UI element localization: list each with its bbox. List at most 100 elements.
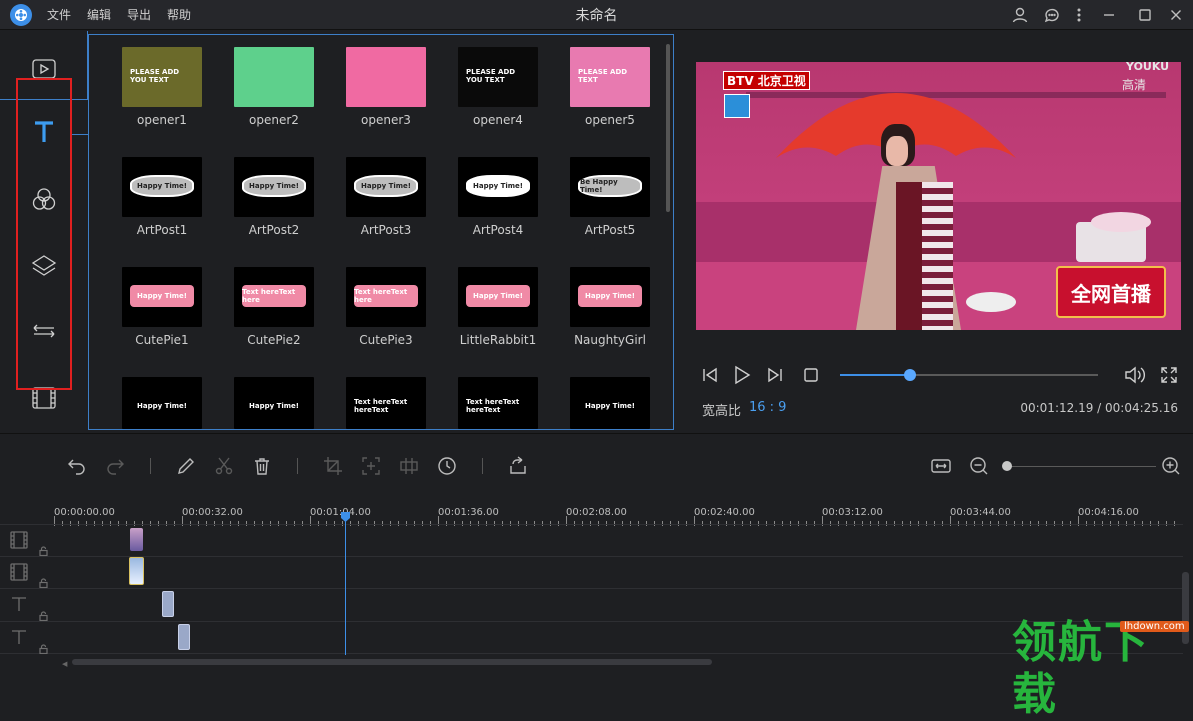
template-label: ArtPost1: [136, 223, 188, 237]
edit-pencil-icon[interactable]: [176, 456, 196, 480]
template-thumbnail[interactable]: Text hereText here: [234, 267, 314, 327]
template-thumbnail-text: Happy Time!: [466, 285, 530, 307]
template-thumbnail[interactable]: PLEASE ADD YOU TEXT: [122, 47, 202, 107]
zoom-in-icon[interactable]: [1161, 456, 1181, 480]
redo-icon[interactable]: [105, 456, 125, 480]
menu-export[interactable]: 导出: [127, 6, 151, 23]
video-clip[interactable]: [129, 557, 144, 585]
station-badge-icon: [724, 94, 750, 118]
template-thumbnail-text: Happy Time!: [578, 285, 642, 307]
video-clip[interactable]: [130, 528, 143, 551]
scroll-left-icon[interactable]: ◀: [62, 660, 67, 668]
template-thumbnail-text: Happy Time!: [136, 402, 187, 410]
template-thumbnail[interactable]: Text hereText hereText: [346, 377, 426, 429]
template-label: ArtPost2: [248, 223, 300, 237]
crop-icon[interactable]: [323, 456, 343, 480]
site-watermark-url: lhdown.com: [1120, 621, 1189, 632]
youku-watermark: YOUKU: [1126, 62, 1170, 73]
template-thumbnail[interactable]: Happy Time!: [458, 157, 538, 217]
template-thumbnail[interactable]: Happy Time!: [458, 267, 538, 327]
menu-edit[interactable]: 编辑: [87, 6, 111, 23]
aspect-ratio-label: 宽高比: [702, 404, 742, 419]
video-track-1[interactable]: [0, 524, 1183, 556]
template-thumbnail-text: Text hereText hereText: [466, 398, 520, 414]
zoom-slider-track[interactable]: [1006, 466, 1156, 467]
template-thumbnail[interactable]: PLEASE ADD TEXT: [570, 47, 650, 107]
delete-icon[interactable]: [252, 456, 272, 480]
template-thumbnail[interactable]: [234, 47, 314, 107]
template-thumbnail-text: Happy Time!: [248, 402, 299, 410]
toolbar-separator: [482, 458, 483, 474]
export-share-icon[interactable]: [508, 456, 528, 480]
aspect-ratio-value[interactable]: 16 : 9: [749, 400, 786, 415]
text-track-1[interactable]: [0, 588, 1183, 620]
video-track-2[interactable]: [0, 556, 1183, 588]
template-thumbnail[interactable]: Be Happy Time!: [570, 157, 650, 217]
lock-icon[interactable]: [39, 573, 48, 592]
template-thumbnail[interactable]: Happy Time!: [122, 267, 202, 327]
text-track-icon: [9, 627, 29, 651]
close-icon[interactable]: [1166, 5, 1186, 25]
undo-icon[interactable]: [67, 456, 87, 480]
lock-icon[interactable]: [39, 606, 48, 625]
template-label: opener2: [249, 113, 299, 127]
more-icon[interactable]: [1069, 5, 1089, 25]
next-frame-icon[interactable]: [766, 366, 784, 388]
template-thumbnail-text: Be Happy Time!: [578, 175, 642, 197]
feedback-icon[interactable]: [1042, 5, 1062, 25]
fit-timeline-icon[interactable]: [931, 456, 951, 480]
template-thumbnail[interactable]: Happy Time!: [122, 377, 202, 429]
volume-icon[interactable]: [1124, 365, 1146, 389]
duration-icon[interactable]: [437, 456, 457, 480]
stop-button[interactable]: [802, 366, 820, 388]
panel-scrollbar[interactable]: [666, 44, 670, 212]
template-thumbnail[interactable]: [346, 47, 426, 107]
playhead-line: [345, 514, 346, 655]
template-thumbnail-text: Happy Time!: [584, 402, 635, 410]
horizontal-scrollbar[interactable]: [72, 659, 712, 665]
text-clip[interactable]: [162, 591, 174, 617]
zoom-crop-icon[interactable]: [361, 456, 381, 480]
template-thumbnail[interactable]: Text hereText hereText: [458, 377, 538, 429]
sidebar-highlight-box: [16, 78, 72, 390]
template-label: opener3: [361, 113, 411, 127]
lock-icon[interactable]: [39, 639, 48, 658]
menu-file[interactable]: 文件: [47, 6, 71, 23]
text-clip[interactable]: [178, 624, 190, 650]
lock-icon[interactable]: [39, 541, 48, 560]
minimize-icon[interactable]: [1099, 5, 1119, 25]
prev-frame-icon[interactable]: [701, 366, 719, 388]
zoom-out-icon[interactable]: [969, 456, 989, 480]
fullscreen-icon[interactable]: [1159, 365, 1179, 389]
quality-label: 高清: [1122, 78, 1147, 92]
template-thumbnail[interactable]: Happy Time!: [234, 377, 314, 429]
template-thumbnail-text: Happy Time!: [130, 175, 194, 197]
template-thumbnail[interactable]: Text hereText here: [346, 267, 426, 327]
template-label: opener1: [137, 113, 187, 127]
mosaic-icon[interactable]: [399, 456, 419, 480]
template-thumbnail[interactable]: Happy Time!: [234, 157, 314, 217]
toolbar-separator: [297, 458, 298, 474]
zoom-slider-handle[interactable]: [1002, 461, 1012, 471]
progress-fill: [840, 374, 910, 376]
template-thumbnail-text: Text hereText here: [354, 285, 418, 307]
template-thumbnail-text: Text hereText here: [242, 285, 306, 307]
template-thumbnail-text: Happy Time!: [130, 285, 194, 307]
template-thumbnail[interactable]: PLEASE ADD YOU TEXT: [458, 47, 538, 107]
template-thumbnail[interactable]: Happy Time!: [570, 267, 650, 327]
template-thumbnail[interactable]: Happy Time!: [346, 157, 426, 217]
maximize-icon[interactable]: [1135, 5, 1155, 25]
video-preview[interactable]: BTV 北京卫视 YOUKU 高清 全网首播: [696, 62, 1181, 330]
channel-logo: BTV 北京卫视: [723, 71, 810, 90]
template-label: opener4: [473, 113, 523, 127]
menu-help[interactable]: 帮助: [167, 6, 191, 23]
template-label: LittleRabbit1: [459, 333, 537, 347]
cut-icon[interactable]: [214, 456, 234, 480]
play-button[interactable]: [732, 365, 752, 389]
template-thumbnail[interactable]: Happy Time!: [122, 157, 202, 217]
account-icon[interactable]: [1010, 5, 1030, 25]
progress-handle[interactable]: [903, 369, 916, 381]
template-label: ArtPost3: [360, 223, 412, 237]
template-label: opener5: [585, 113, 635, 127]
template-thumbnail[interactable]: Happy Time!: [570, 377, 650, 429]
